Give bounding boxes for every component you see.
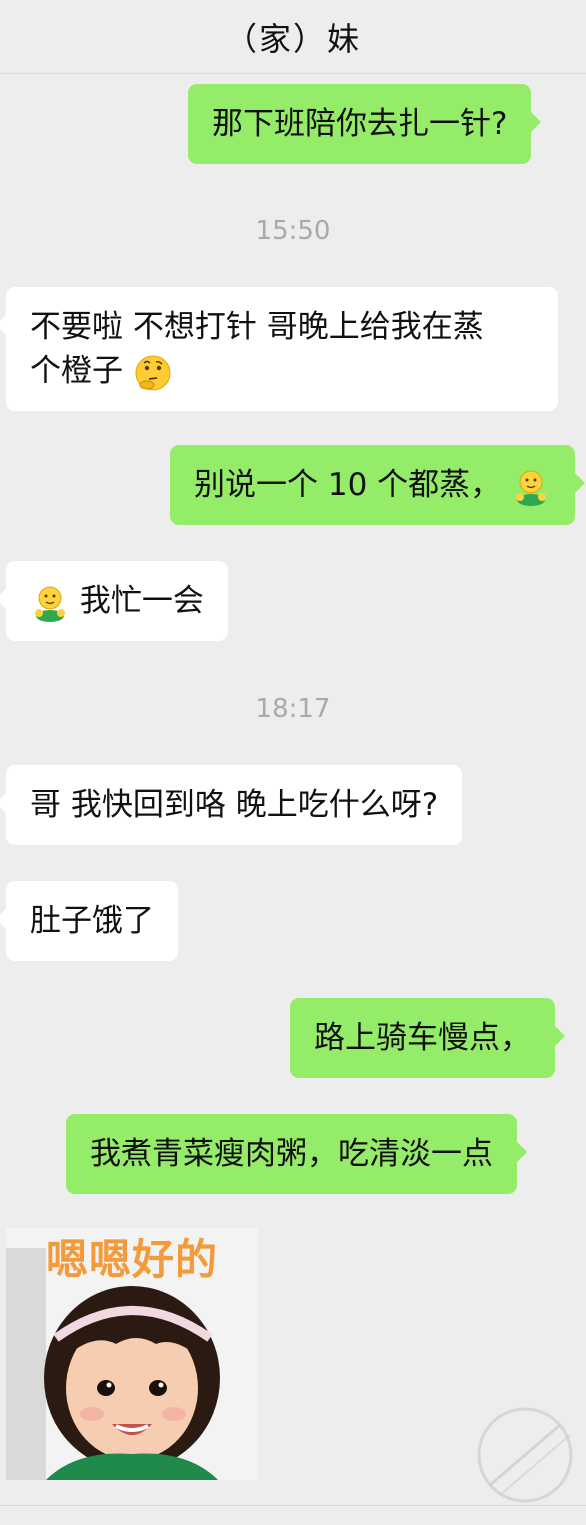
message-text: 我忙一会: [79, 583, 204, 619]
sticker-message[interactable]: 嗯嗯好的: [6, 1228, 258, 1480]
incoming-message[interactable]: 我忙一会: [0, 561, 228, 641]
incoming-message[interactable]: 不要啦 不想打针 哥晚上给我在蒸 个橙子: [0, 287, 558, 411]
message-text: 我煮青菜瘦肉粥，吃清淡一点: [90, 1136, 493, 1172]
hugging-face-icon: [516, 470, 547, 506]
chat-title: （家）妹: [224, 20, 361, 58]
message-text-line: 个橙子: [30, 353, 123, 389]
outgoing-message[interactable]: 别说一个 10 个都蒸，: [170, 445, 586, 525]
incoming-message[interactable]: 肚子饿了: [0, 881, 178, 961]
message-text: 路上骑车慢点，: [314, 1020, 531, 1056]
hugging-face-icon: [35, 586, 65, 622]
message-text-line: 不要啦 不想打针 哥晚上给我在蒸: [30, 309, 484, 345]
outgoing-message[interactable]: 我煮青菜瘦肉粥，吃清淡一点: [66, 1114, 527, 1194]
timestamp: 15:50: [255, 216, 331, 246]
message-text: 肚子饿了: [30, 903, 154, 939]
outgoing-message[interactable]: 那下班陪你去扎一针?: [188, 84, 542, 164]
thinking-face-icon: [135, 355, 171, 390]
message-text: 哥 我快回到咯 晚上吃什么呀?: [30, 787, 439, 823]
watermark-logo-icon: [477, 1407, 573, 1503]
incoming-message[interactable]: 哥 我快回到咯 晚上吃什么呀?: [0, 765, 463, 845]
message-text: 那下班陪你去扎一针?: [212, 106, 508, 142]
chat-header: （家）妹: [0, 0, 586, 74]
sticker-caption: 嗯嗯好的: [45, 1235, 218, 1284]
message-text: 别说一个 10 个都蒸，: [194, 467, 502, 503]
outgoing-message[interactable]: 路上骑车慢点，: [290, 998, 565, 1078]
timestamp: 18:17: [255, 694, 331, 724]
divider: [0, 1505, 586, 1506]
